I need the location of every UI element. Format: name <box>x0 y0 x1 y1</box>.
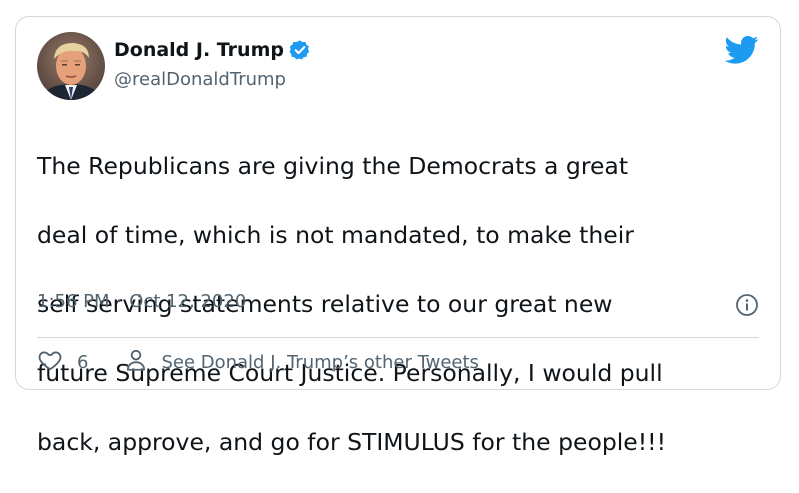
tweet-date: Oct 12, 2020 <box>129 291 247 312</box>
other-tweets-label: See Donald J. Trump’s other Tweets <box>161 351 479 373</box>
author-handle[interactable]: @realDonaldTrump <box>114 69 286 90</box>
timestamp-separator: · <box>116 291 123 312</box>
tweet-card: Donald J. Trump @realDonaldTrump The Rep… <box>15 16 781 456</box>
like-count: 6 <box>77 351 89 373</box>
twitter-bird-icon[interactable] <box>724 35 759 65</box>
tweet-line: The Republicans are giving the Democrats… <box>37 152 629 181</box>
verified-badge-icon <box>289 39 311 61</box>
heart-icon <box>37 347 63 378</box>
tweet-time: 1:56 PM <box>37 291 110 312</box>
avatar[interactable] <box>37 32 105 100</box>
person-icon <box>123 347 149 378</box>
tweet-line: deal of time, which is not mandated, to … <box>37 221 634 250</box>
like-button[interactable]: 6 <box>37 347 88 378</box>
other-tweets-link[interactable]: See Donald J. Trump’s other Tweets <box>123 347 479 378</box>
tweet-line: back, approve, and go for STIMULUS for t… <box>37 427 667 456</box>
avatar-image <box>37 32 105 100</box>
divider <box>37 337 759 338</box>
tweet-timestamp[interactable]: 1:56 PM · Oct 12, 2020 <box>37 291 246 312</box>
tweet-actions: 6 See Donald J. Trump’s other Tweets <box>37 347 479 377</box>
info-icon[interactable] <box>735 293 759 317</box>
author-name[interactable]: Donald J. Trump <box>114 39 284 61</box>
author-name-row: Donald J. Trump <box>114 37 311 63</box>
